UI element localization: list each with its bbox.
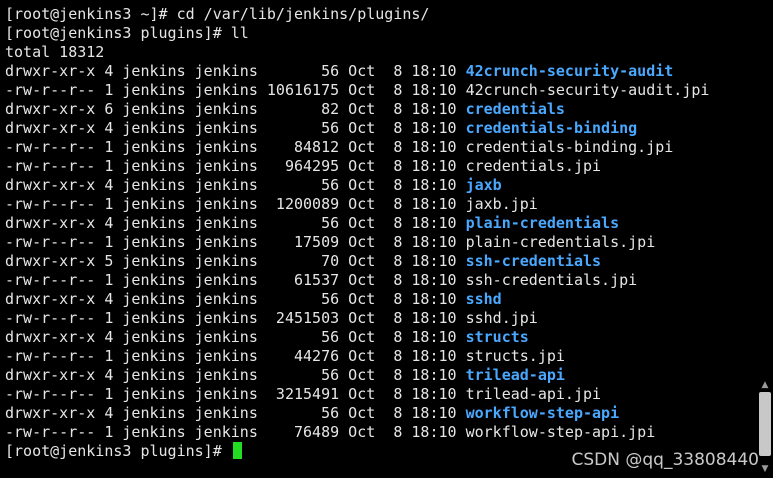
directory-name: jaxb — [465, 176, 502, 194]
listing-row: drwxr-xr-x 4 jenkins jenkins 56 Oct 8 18… — [5, 290, 773, 309]
file-metadata: -rw-r--r-- 1 jenkins jenkins 17509 Oct 8… — [5, 233, 466, 251]
terminal-window[interactable]: [root@jenkins3 ~]# cd /var/lib/jenkins/p… — [0, 0, 773, 478]
file-metadata: drwxr-xr-x 5 jenkins jenkins 70 Oct 8 18… — [5, 252, 466, 270]
file-metadata: -rw-r--r-- 1 jenkins jenkins 3215491 Oct… — [5, 385, 466, 403]
directory-name: workflow-step-api — [465, 404, 620, 422]
directory-name: sshd — [465, 290, 502, 308]
chevron-up-icon[interactable]: ▲ — [759, 378, 771, 392]
directory-name: credentials-binding — [465, 119, 638, 137]
listing-row: drwxr-xr-x 5 jenkins jenkins 70 Oct 8 18… — [5, 252, 773, 271]
listing-row: drwxr-xr-x 4 jenkins jenkins 56 Oct 8 18… — [5, 366, 773, 385]
listing-row: -rw-r--r-- 1 jenkins jenkins 84812 Oct 8… — [5, 138, 773, 157]
command-line-ll: [root@jenkins3 plugins]# ll — [5, 24, 249, 42]
listing-row: -rw-r--r-- 1 jenkins jenkins 76489 Oct 8… — [5, 423, 773, 442]
directory-name: structs — [465, 328, 529, 346]
file-metadata: drwxr-xr-x 4 jenkins jenkins 56 Oct 8 18… — [5, 62, 466, 80]
scrollbar[interactable]: ▲ ▼ — [757, 0, 773, 478]
text-cursor — [232, 442, 242, 459]
listing-row: drwxr-xr-x 4 jenkins jenkins 56 Oct 8 18… — [5, 328, 773, 347]
chevron-down-icon[interactable]: ▼ — [759, 462, 771, 476]
command-line-cd: [root@jenkins3 ~]# cd /var/lib/jenkins/p… — [5, 5, 430, 23]
total-line: total 18312 — [5, 43, 105, 61]
prompt-text: [root@jenkins3 plugins]# — [5, 442, 231, 460]
listing-row: -rw-r--r-- 1 jenkins jenkins 44276 Oct 8… — [5, 347, 773, 366]
listing-row: drwxr-xr-x 4 jenkins jenkins 56 Oct 8 18… — [5, 62, 773, 81]
file-metadata: -rw-r--r-- 1 jenkins jenkins 1200089 Oct… — [5, 195, 466, 213]
file-metadata: drwxr-xr-x 4 jenkins jenkins 56 Oct 8 18… — [5, 328, 466, 346]
directory-name: credentials — [465, 100, 565, 118]
file-metadata: -rw-r--r-- 1 jenkins jenkins 964295 Oct … — [5, 157, 466, 175]
listing-row: drwxr-xr-x 4 jenkins jenkins 56 Oct 8 18… — [5, 404, 773, 423]
directory-name: trilead-api — [465, 366, 565, 384]
listing-row: -rw-r--r-- 1 jenkins jenkins 61537 Oct 8… — [5, 271, 773, 290]
file-name: ssh-credentials.jpi — [465, 271, 638, 289]
listing-row: -rw-r--r-- 1 jenkins jenkins 3215491 Oct… — [5, 385, 773, 404]
file-metadata: drwxr-xr-x 4 jenkins jenkins 56 Oct 8 18… — [5, 290, 466, 308]
directory-name: ssh-credentials — [465, 252, 602, 270]
listing-row: -rw-r--r-- 1 jenkins jenkins 17509 Oct 8… — [5, 233, 773, 252]
file-metadata: drwxr-xr-x 4 jenkins jenkins 56 Oct 8 18… — [5, 119, 466, 137]
file-metadata: drwxr-xr-x 4 jenkins jenkins 56 Oct 8 18… — [5, 404, 466, 422]
file-metadata: -rw-r--r-- 1 jenkins jenkins 10616175 Oc… — [5, 81, 466, 99]
file-metadata: drwxr-xr-x 6 jenkins jenkins 82 Oct 8 18… — [5, 100, 466, 118]
listing-row: drwxr-xr-x 6 jenkins jenkins 82 Oct 8 18… — [5, 100, 773, 119]
listing-row: -rw-r--r-- 1 jenkins jenkins 10616175 Oc… — [5, 81, 773, 100]
file-name: credentials-binding.jpi — [465, 138, 674, 156]
file-name: jaxb.jpi — [465, 195, 538, 213]
file-metadata: -rw-r--r-- 1 jenkins jenkins 84812 Oct 8… — [5, 138, 466, 156]
file-listing: drwxr-xr-x 4 jenkins jenkins 56 Oct 8 18… — [5, 62, 773, 442]
file-name: structs.jpi — [465, 347, 565, 365]
listing-row: drwxr-xr-x 4 jenkins jenkins 56 Oct 8 18… — [5, 119, 773, 138]
listing-row: drwxr-xr-x 4 jenkins jenkins 56 Oct 8 18… — [5, 176, 773, 195]
file-name: credentials.jpi — [465, 157, 602, 175]
file-metadata: -rw-r--r-- 1 jenkins jenkins 61537 Oct 8… — [5, 271, 466, 289]
file-name: workflow-step-api.jpi — [465, 423, 656, 441]
watermark: CSDN @qq_33808440 — [571, 450, 759, 470]
file-metadata: drwxr-xr-x 4 jenkins jenkins 56 Oct 8 18… — [5, 176, 466, 194]
listing-row: -rw-r--r-- 1 jenkins jenkins 1200089 Oct… — [5, 195, 773, 214]
file-name: plain-credentials.jpi — [465, 233, 656, 251]
listing-row: -rw-r--r-- 1 jenkins jenkins 2451503 Oct… — [5, 309, 773, 328]
directory-name: plain-credentials — [465, 214, 620, 232]
directory-name: 42crunch-security-audit — [465, 62, 674, 80]
file-name: sshd.jpi — [465, 309, 538, 327]
file-metadata: -rw-r--r-- 1 jenkins jenkins 2451503 Oct… — [5, 309, 466, 327]
scrollbar-thumb[interactable] — [759, 392, 771, 456]
file-name: 42crunch-security-audit.jpi — [465, 81, 710, 99]
listing-row: -rw-r--r-- 1 jenkins jenkins 964295 Oct … — [5, 157, 773, 176]
file-metadata: drwxr-xr-x 4 jenkins jenkins 56 Oct 8 18… — [5, 366, 466, 384]
file-name: trilead-api.jpi — [465, 385, 602, 403]
listing-row: drwxr-xr-x 4 jenkins jenkins 56 Oct 8 18… — [5, 214, 773, 233]
file-metadata: -rw-r--r-- 1 jenkins jenkins 44276 Oct 8… — [5, 347, 466, 365]
file-metadata: -rw-r--r-- 1 jenkins jenkins 76489 Oct 8… — [5, 423, 466, 441]
file-metadata: drwxr-xr-x 4 jenkins jenkins 56 Oct 8 18… — [5, 214, 466, 232]
